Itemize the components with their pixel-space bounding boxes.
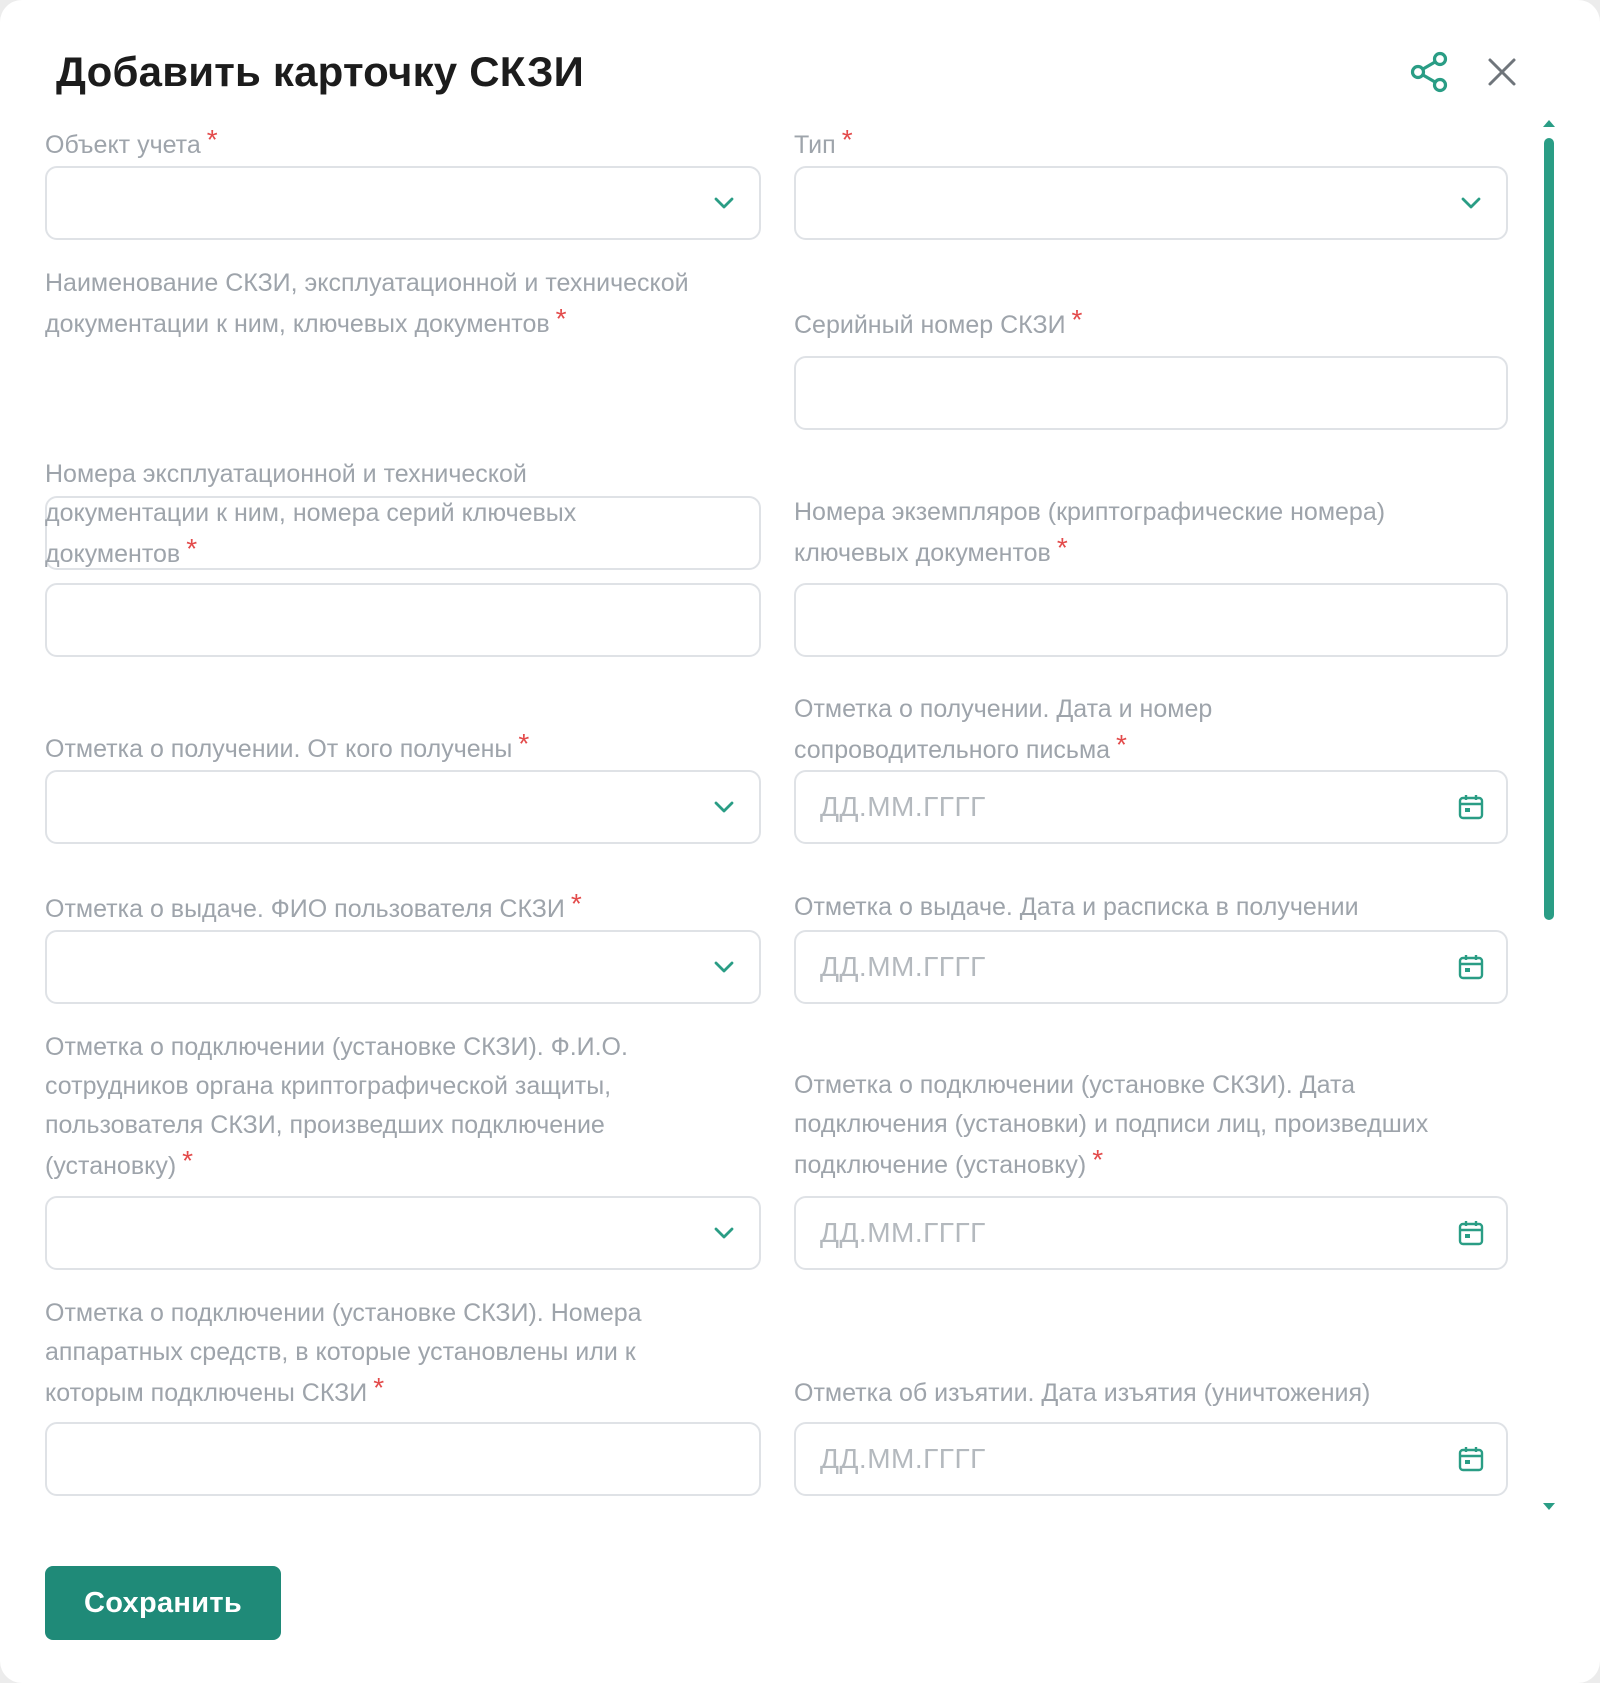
field-doc-numbers: Номера эксплуатационной и технической до… bbox=[45, 455, 761, 657]
field-label: Отметка о подключении (установке СКЗИ). … bbox=[45, 1299, 642, 1407]
field-label: Наименование СКЗИ, эксплуатационной и те… bbox=[45, 269, 689, 338]
share-icon bbox=[1410, 51, 1448, 93]
field-label: Серийный номер СКЗИ * bbox=[794, 304, 1083, 339]
field-label: Объект учета * bbox=[45, 124, 218, 159]
issued-date-input[interactable]: ДД.ММ.ГГГГ bbox=[794, 930, 1508, 1004]
received-from-select[interactable] bbox=[45, 770, 761, 844]
dialog-title: Добавить карточку СКЗИ bbox=[56, 48, 585, 95]
field-label: Тип * bbox=[794, 124, 853, 159]
form-column-left: Объект учета * Наименование СКЗИ, эксплуа… bbox=[45, 124, 761, 1524]
chevron-down-icon bbox=[714, 801, 734, 813]
received-date-input[interactable]: ДД.ММ.ГГГГ bbox=[794, 770, 1508, 844]
required-marker: * bbox=[555, 303, 567, 334]
calendar-icon[interactable] bbox=[1456, 1444, 1486, 1474]
doc-numbers-input[interactable] bbox=[45, 583, 761, 657]
scroll-down-arrow[interactable] bbox=[1543, 1503, 1555, 1510]
field-copy-numbers: Номера экземпляров (криптографические но… bbox=[794, 493, 1508, 657]
header-actions bbox=[1408, 50, 1524, 94]
scroll-up-arrow[interactable] bbox=[1543, 120, 1555, 127]
required-marker: * bbox=[518, 728, 530, 759]
field-issued-date: Отметка о выдаче. Дата и расписка в полу… bbox=[794, 888, 1508, 1004]
field-type: Тип * bbox=[794, 124, 1508, 240]
calendar-icon[interactable] bbox=[1456, 952, 1486, 982]
share-button[interactable] bbox=[1408, 50, 1452, 94]
add-skzi-card-dialog: Добавить карточку СКЗИ Объект учета * На… bbox=[0, 0, 1600, 1683]
chevron-down-icon bbox=[714, 1227, 734, 1239]
field-received-date: Отметка о получении. Дата и номер сопров… bbox=[794, 690, 1508, 844]
required-marker: * bbox=[206, 124, 218, 155]
field-label: Номера эксплуатационной и технической до… bbox=[45, 460, 577, 568]
required-marker: * bbox=[570, 888, 582, 919]
issued-user-select[interactable] bbox=[45, 930, 761, 1004]
required-marker: * bbox=[1092, 1144, 1104, 1175]
required-marker: * bbox=[841, 124, 853, 155]
field-label: Отметка о получении. Дата и номер сопров… bbox=[794, 695, 1213, 764]
serial-number-input[interactable] bbox=[794, 356, 1508, 430]
date-placeholder: ДД.ММ.ГГГГ bbox=[820, 791, 986, 822]
field-name: Наименование СКЗИ, эксплуатационной и те… bbox=[45, 264, 761, 570]
dialog-header: Добавить карточку СКЗИ bbox=[56, 44, 1560, 100]
field-install-staff: Отметка о подключении (установке СКЗИ). … bbox=[45, 1028, 761, 1270]
field-label: Номера экземпляров (криптографические но… bbox=[794, 498, 1386, 567]
required-marker: * bbox=[1116, 729, 1127, 760]
copy-numbers-input[interactable] bbox=[794, 583, 1508, 657]
hardware-numbers-input[interactable] bbox=[45, 1422, 761, 1496]
form-column-right: Тип * Серийный номер СКЗИ * Номера экземпл… bbox=[794, 124, 1508, 1524]
install-date-input[interactable]: ДД.ММ.ГГГГ bbox=[794, 1196, 1508, 1270]
field-label: Отметка о подключении (установке СКЗИ). … bbox=[45, 1033, 628, 1180]
required-marker: * bbox=[186, 533, 198, 564]
field-label: Отметка о выдаче. Дата и расписка в полу… bbox=[794, 893, 1359, 921]
close-button[interactable] bbox=[1480, 50, 1524, 94]
field-install-date: Отметка о подключении (установке СКЗИ). … bbox=[794, 1066, 1508, 1270]
chevron-down-icon bbox=[714, 197, 734, 209]
field-withdrawal-date: Отметка об изъятии. Дата изъятия (уничто… bbox=[794, 1374, 1508, 1496]
field-issued-user: Отметка о выдаче. ФИО пользователя СКЗИ * bbox=[45, 888, 761, 1004]
calendar-icon[interactable] bbox=[1456, 792, 1486, 822]
accounting-object-select[interactable] bbox=[45, 166, 761, 240]
scrollbar-thumb[interactable] bbox=[1544, 138, 1554, 920]
type-select[interactable] bbox=[794, 166, 1508, 240]
install-staff-select[interactable] bbox=[45, 1196, 761, 1270]
form-body: Объект учета * Наименование СКЗИ, эксплуа… bbox=[45, 124, 1508, 1524]
chevron-down-icon bbox=[1461, 197, 1481, 209]
field-label: Отметка о получении. От кого получены * bbox=[45, 728, 530, 763]
chevron-down-icon bbox=[714, 961, 734, 973]
field-label: Отметка о подключении (установке СКЗИ). … bbox=[794, 1071, 1429, 1179]
date-placeholder: ДД.ММ.ГГГГ bbox=[820, 1217, 986, 1248]
field-label: Отметка о выдаче. ФИО пользователя СКЗИ * bbox=[45, 888, 582, 923]
date-placeholder: ДД.ММ.ГГГГ bbox=[820, 951, 986, 982]
required-marker: * bbox=[373, 1372, 385, 1403]
required-marker: * bbox=[182, 1145, 194, 1176]
form-scrollbar[interactable] bbox=[1540, 118, 1558, 1518]
date-placeholder: ДД.ММ.ГГГГ bbox=[820, 1443, 986, 1474]
calendar-icon[interactable] bbox=[1456, 1218, 1486, 1248]
required-marker: * bbox=[1071, 304, 1083, 335]
field-received-from: Отметка о получении. От кого получены * bbox=[45, 728, 761, 844]
withdrawal-date-input[interactable]: ДД.ММ.ГГГГ bbox=[794, 1422, 1508, 1496]
required-marker: * bbox=[1056, 532, 1068, 563]
close-icon bbox=[1488, 58, 1516, 86]
field-serial-number: Серийный номер СКЗИ * bbox=[794, 304, 1508, 430]
field-label: Отметка об изъятии. Дата изъятия (уничто… bbox=[794, 1379, 1371, 1407]
field-accounting-object: Объект учета * bbox=[45, 124, 761, 240]
save-button[interactable]: Сохранить bbox=[45, 1566, 281, 1640]
field-hardware-numbers: Отметка о подключении (установке СКЗИ). … bbox=[45, 1294, 761, 1496]
